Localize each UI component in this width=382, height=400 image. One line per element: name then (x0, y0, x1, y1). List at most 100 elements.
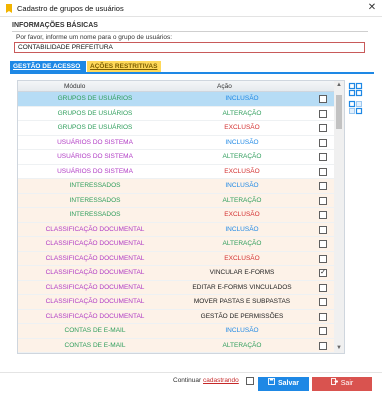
row-permission-checkbox[interactable] (319, 327, 327, 335)
row-permission-checkbox[interactable] (319, 196, 327, 205)
window-title: Cadastro de grupos de usuários (17, 4, 124, 13)
group-name-input[interactable] (14, 42, 365, 53)
floppy-disk-icon (268, 378, 275, 385)
row-action: ALTERAÇÃO (222, 109, 262, 117)
row-permission-checkbox[interactable] (319, 225, 327, 234)
window-icon (6, 4, 12, 13)
close-button[interactable]: ✕ (362, 0, 382, 17)
scroll-down-arrow-icon[interactable]: ▼ (334, 344, 344, 353)
tab-acoes-restritivas[interactable]: AÇÕES RESTRITIVAS (87, 61, 161, 72)
row-action: INCLUSÃO (225, 138, 259, 146)
row-action: EDITAR E-FORMS VINCULADOS (192, 283, 292, 291)
row-permission-checkbox[interactable] (319, 312, 327, 321)
row-action: ALTERAÇÃO (222, 341, 262, 349)
row-action: INCLUSÃO (225, 327, 259, 334)
row-action: EXCLUSÃO (224, 167, 260, 175)
row-action: INCLUSÃO (225, 95, 259, 102)
footer-divider (0, 372, 382, 373)
expand-grid-icon[interactable] (348, 82, 363, 97)
row-action: EXCLUSÃO (224, 211, 260, 218)
save-button-label: Salvar (277, 380, 300, 387)
row-permission-checkbox[interactable] (319, 341, 327, 350)
table-row[interactable]: CLASSIFICAÇÃO DOCUMENTAL INCLUSÃO (18, 222, 336, 237)
row-module: CLASSIFICAÇÃO DOCUMENTAL (45, 269, 145, 276)
scroll-up-arrow-icon[interactable]: ▲ (334, 81, 344, 90)
row-permission-checkbox[interactable] (319, 211, 327, 219)
save-button[interactable]: Salvar (258, 377, 309, 391)
tab-underline (10, 72, 374, 74)
row-permission-checkbox[interactable] (319, 138, 327, 147)
table-row[interactable]: USUÁRIOS DO SISTEMA INCLUSÃO (18, 135, 336, 150)
grid-vertical-scrollbar[interactable]: ▲ ▼ (334, 81, 344, 353)
continuar-cadastrando-checkbox[interactable] (246, 377, 254, 385)
row-action: ALTERAÇÃO (222, 240, 262, 247)
row-module: USUÁRIOS DO SISTEMA (57, 153, 133, 160)
row-permission-checkbox[interactable] (319, 240, 327, 248)
row-module: CLASSIFICAÇÃO DOCUMENTAL (45, 312, 145, 320)
table-row[interactable]: CLASSIFICAÇÃO DOCUMENTAL EXCLUSÃO (18, 251, 336, 266)
continuar-cadastrando-label: Continuar cadastrando (173, 377, 239, 384)
table-row[interactable]: GRUPOS DE USUÁRIOS INCLUSÃO (18, 92, 336, 107)
row-module: CLASSIFICAÇÃO DOCUMENTAL (45, 225, 145, 233)
grid-header: Módulo Ação (18, 81, 344, 92)
basic-info-heading: INFORMAÇÕES BÁSICAS (12, 22, 98, 29)
row-module: CONTAS DE E-MAIL (64, 327, 126, 334)
group-name-prompt: Por favor, informe um nome para o grupo … (16, 34, 173, 41)
column-header-acao[interactable]: Ação (217, 83, 232, 90)
table-row[interactable]: USUÁRIOS DO SISTEMA EXCLUSÃO (18, 164, 336, 179)
row-module: GRUPOS DE USUÁRIOS (57, 95, 133, 102)
table-row[interactable]: GRUPOS DE USUÁRIOS EXCLUSÃO (18, 121, 336, 136)
row-module: CLASSIFICAÇÃO DOCUMENTAL (45, 283, 145, 291)
row-permission-checkbox[interactable] (319, 124, 327, 132)
section-divider (12, 31, 368, 32)
row-action: INCLUSÃO (225, 225, 259, 233)
exit-button-label: Sair (340, 380, 354, 387)
table-row[interactable]: INTERESSADOS INCLUSÃO (18, 179, 336, 194)
grid-rows: GRUPOS DE USUÁRIOS INCLUSÃO GRUPOS DE USUÁ… (18, 92, 336, 353)
row-permission-checkbox[interactable] (319, 95, 327, 103)
row-permission-checkbox[interactable] (319, 283, 327, 292)
row-module: GRUPOS DE USUÁRIOS (57, 124, 133, 131)
table-row[interactable]: CLASSIFICAÇÃO DOCUMENTAL MOVER PASTAS E S… (18, 295, 336, 310)
row-module: USUÁRIOS DO SISTEMA (57, 167, 133, 175)
row-permission-checkbox[interactable] (319, 109, 327, 118)
table-row[interactable]: CLASSIFICAÇÃO DOCUMENTAL EDITAR E-FORMS V… (18, 280, 336, 295)
table-row[interactable]: INTERESSADOS ALTERAÇÃO (18, 193, 336, 208)
row-module: INTERESSADOS (69, 211, 121, 218)
table-row[interactable]: CLASSIFICAÇÃO DOCUMENTAL GESTÃO DE PERMIS… (18, 309, 336, 324)
row-module: CLASSIFICAÇÃO DOCUMENTAL (45, 240, 145, 247)
cadastrando-link[interactable]: cadastrando (203, 377, 239, 384)
row-action: MOVER PASTAS E SUBPASTAS (193, 298, 291, 305)
window-titlebar: Cadastro de grupos de usuários ✕ (0, 0, 382, 17)
continuar-text: Continuar (173, 377, 202, 384)
row-permission-checkbox[interactable]: ✓ (319, 269, 327, 277)
table-row[interactable]: GRUPOS DE USUÁRIOS ALTERAÇÃO (18, 106, 336, 121)
tab-gestao-de-acesso[interactable]: GESTÃO DE ACESSO (10, 61, 86, 72)
table-row[interactable]: CLASSIFICAÇÃO DOCUMENTAL ALTERAÇÃO (18, 237, 336, 252)
column-header-modulo[interactable]: Módulo (64, 83, 85, 90)
collapse-grid-icon[interactable] (348, 100, 363, 115)
row-module: GRUPOS DE USUÁRIOS (57, 109, 133, 117)
row-permission-checkbox[interactable] (319, 254, 327, 263)
row-permission-checkbox[interactable] (319, 182, 327, 190)
row-module: CLASSIFICAÇÃO DOCUMENTAL (45, 298, 145, 305)
table-row[interactable]: INTERESSADOS EXCLUSÃO (18, 208, 336, 223)
table-row[interactable]: CONTAS DE E-MAIL ALTERAÇÃO (18, 338, 336, 353)
table-row[interactable]: CONTAS DE E-MAIL INCLUSÃO (18, 324, 336, 339)
row-action: EXCLUSÃO (224, 254, 260, 262)
row-action: ALTERAÇÃO (222, 153, 262, 160)
row-permission-checkbox[interactable] (319, 167, 327, 176)
row-action: VINCULAR E-FORMS (209, 269, 275, 276)
row-permission-checkbox[interactable] (319, 153, 327, 161)
row-action: ALTERAÇÃO (222, 196, 262, 204)
scrollbar-thumb[interactable] (336, 95, 342, 129)
row-module: CLASSIFICAÇÃO DOCUMENTAL (45, 254, 145, 262)
row-action: INCLUSÃO (225, 182, 259, 189)
permissions-grid: Módulo Ação GRUPOS DE USUÁRIOS INCLUSÃO GR… (17, 80, 345, 354)
table-row[interactable]: USUÁRIOS DO SISTEMA ALTERAÇÃO (18, 150, 336, 165)
row-module: INTERESSADOS (69, 196, 121, 204)
exit-button[interactable]: Sair (312, 377, 372, 391)
row-permission-checkbox[interactable] (319, 298, 327, 306)
row-module: USUÁRIOS DO SISTEMA (57, 138, 133, 146)
table-row[interactable]: CLASSIFICAÇÃO DOCUMENTAL VINCULAR E-FORMS… (18, 266, 336, 281)
